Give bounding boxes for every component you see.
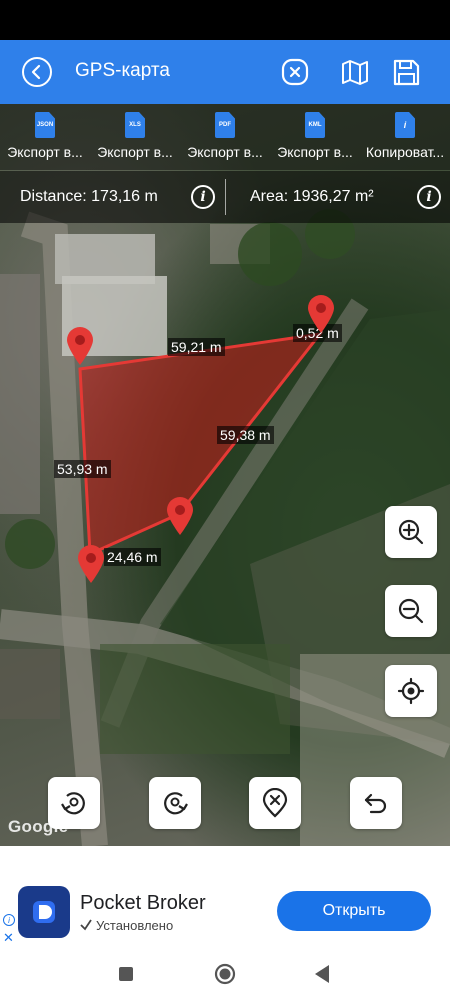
undo-button[interactable]	[350, 777, 402, 829]
export-pdf-button[interactable]: PDF Экспорт в...	[180, 104, 270, 170]
close-circle-icon	[281, 58, 309, 86]
segment-label-bottom: 24,46 m	[104, 548, 161, 566]
zoom-in-button[interactable]	[385, 506, 437, 558]
distance-info-icon[interactable]: i	[191, 185, 215, 209]
map-pin-4[interactable]	[76, 544, 106, 584]
gps-locate-icon	[397, 677, 425, 705]
delete-point-button[interactable]	[249, 777, 301, 829]
page-title: GPS-карта	[75, 60, 170, 81]
map-pin-1[interactable]	[65, 326, 95, 366]
save-button[interactable]	[390, 56, 422, 88]
export-label: Экспорт в...	[187, 144, 263, 160]
ad-app-name: Pocket Broker	[80, 892, 206, 914]
export-toolbar: JSON Экспорт в... XLS Экспорт в... PDF Э…	[0, 104, 450, 170]
segment-label-diagonal: 59,38 m	[217, 426, 274, 444]
app-bar: GPS-карта	[0, 40, 450, 104]
map-type-button[interactable]	[339, 56, 371, 88]
rotate-right-button[interactable]	[149, 777, 201, 829]
rotate-left-icon	[61, 792, 85, 815]
map-icon	[342, 60, 368, 85]
ad-close-icon[interactable]: ✕	[3, 930, 14, 946]
file-json-icon: JSON	[35, 112, 55, 138]
export-label: Копироват...	[365, 144, 445, 160]
zoom-out-icon	[398, 598, 424, 624]
map-pin-2[interactable]	[306, 294, 336, 334]
file-pdf-icon: PDF	[215, 112, 235, 138]
ad-status: Установлено	[96, 918, 174, 933]
export-label: Экспорт в...	[97, 144, 173, 160]
distance-value: Distance: 173,16 m	[20, 188, 158, 205]
ad-banner[interactable]: i ✕ Pocket Broker Установлено Открыть	[0, 846, 450, 950]
zoom-out-button[interactable]	[385, 585, 437, 637]
home-icon[interactable]	[213, 962, 237, 986]
file-xls-icon: XLS	[125, 112, 145, 138]
map-pin-3[interactable]	[165, 496, 195, 536]
file-kml-icon: KML	[305, 112, 325, 138]
clear-button[interactable]	[279, 56, 311, 88]
app-logo-icon	[18, 886, 70, 938]
open-button[interactable]: Открыть	[277, 891, 431, 931]
recents-icon[interactable]	[118, 966, 134, 982]
divider	[225, 179, 226, 215]
measurement-bar: Distance: 173,16 m i Area: 1936,27 m² i	[0, 171, 450, 223]
status-bar	[0, 0, 450, 40]
file-info-icon: i	[395, 112, 415, 138]
export-label: Экспорт в...	[277, 144, 353, 160]
back-icon	[31, 64, 41, 80]
undo-icon	[364, 793, 387, 814]
rotate-right-icon	[164, 792, 188, 815]
save-icon	[393, 59, 420, 86]
copy-button[interactable]: i Копироват...	[360, 104, 450, 170]
back-nav-icon[interactable]	[313, 964, 331, 984]
map-attribution: Google	[8, 817, 69, 836]
export-json-button[interactable]: JSON Экспорт в...	[0, 104, 90, 170]
locate-button[interactable]	[385, 665, 437, 717]
area-value: Area: 1936,27 m²	[250, 188, 374, 205]
ad-info-icon[interactable]: i	[3, 914, 15, 926]
installed-check-icon	[80, 919, 92, 931]
export-xls-button[interactable]: XLS Экспорт в...	[90, 104, 180, 170]
area-info-icon[interactable]: i	[417, 185, 441, 209]
export-label: Экспорт в...	[7, 144, 83, 160]
segment-label-left: 53,93 m	[54, 460, 111, 478]
segment-label-top: 59,21 m	[168, 338, 225, 356]
back-button[interactable]	[22, 57, 52, 87]
delete-point-icon	[262, 788, 288, 818]
zoom-in-icon	[398, 519, 424, 545]
system-nav-bar	[0, 950, 450, 1000]
export-kml-button[interactable]: KML Экспорт в...	[270, 104, 360, 170]
